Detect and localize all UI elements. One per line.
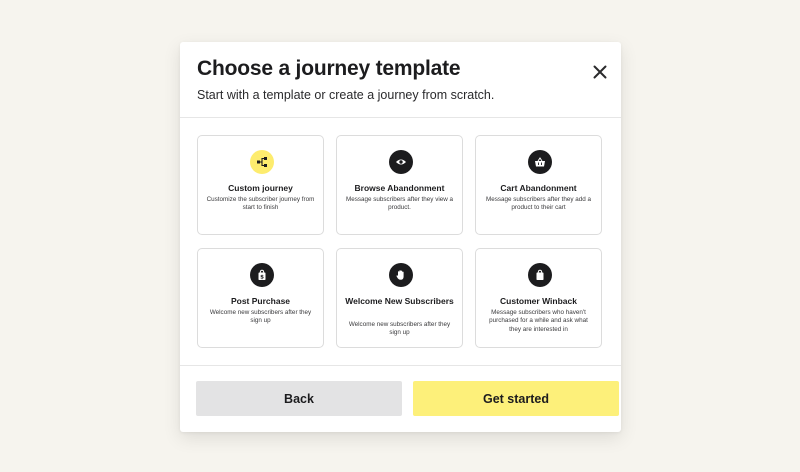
template-description: Welcome new subscribers after they sign … xyxy=(209,309,312,325)
template-title: Custom journey xyxy=(228,183,293,193)
footer-divider xyxy=(180,365,621,366)
basket-icon xyxy=(528,150,552,174)
template-card-welcome-new-subscribers[interactable]: Welcome New Subscribers Welcome new subs… xyxy=(336,248,463,348)
template-description: Customize the subscriber journey from st… xyxy=(206,196,315,212)
journey-template-modal: Choose a journey template Start with a t… xyxy=(180,42,621,432)
template-title: Customer Winback xyxy=(500,296,577,306)
wave-hand-icon xyxy=(389,263,413,287)
template-description: Message subscribers after they add a pro… xyxy=(485,196,591,212)
header-divider xyxy=(180,117,621,118)
template-title: Cart Abandonment xyxy=(500,183,577,193)
back-button[interactable]: Back xyxy=(196,381,402,416)
template-card-customer-winback[interactable]: Customer Winback Message subscribers who… xyxy=(475,248,602,348)
get-started-button[interactable]: Get started xyxy=(413,381,619,416)
svg-text:$: $ xyxy=(260,275,264,281)
close-icon[interactable] xyxy=(592,64,608,80)
template-description: Message subscribers after they view a pr… xyxy=(345,196,454,212)
shopping-bag-icon xyxy=(528,263,552,287)
template-title: Welcome New Subscribers xyxy=(345,296,454,306)
template-card-browse-abandonment[interactable]: Browse Abandonment Message subscribers a… xyxy=(336,135,463,235)
template-description: Welcome new subscribers after they sign … xyxy=(348,321,451,337)
template-description: Message subscribers who haven't purchase… xyxy=(489,309,588,333)
eye-icon xyxy=(389,150,413,174)
template-card-cart-abandonment[interactable]: Cart Abandonment Message subscribers aft… xyxy=(475,135,602,235)
flow-icon xyxy=(250,150,274,174)
template-card-post-purchase[interactable]: $ Post Purchase Welcome new subscribers … xyxy=(197,248,324,348)
modal-title: Choose a journey template xyxy=(197,57,461,80)
template-title: Browse Abandonment xyxy=(354,183,445,193)
modal-header: Choose a journey template Start with a t… xyxy=(180,42,621,117)
template-grid: Custom journey Customize the subscriber … xyxy=(197,135,604,349)
template-card-custom-journey[interactable]: Custom journey Customize the subscriber … xyxy=(197,135,324,235)
template-title: Post Purchase xyxy=(230,296,291,306)
shopping-bag-dollar-icon: $ xyxy=(250,263,274,287)
modal-subtitle: Start with a template or create a journe… xyxy=(197,88,495,102)
